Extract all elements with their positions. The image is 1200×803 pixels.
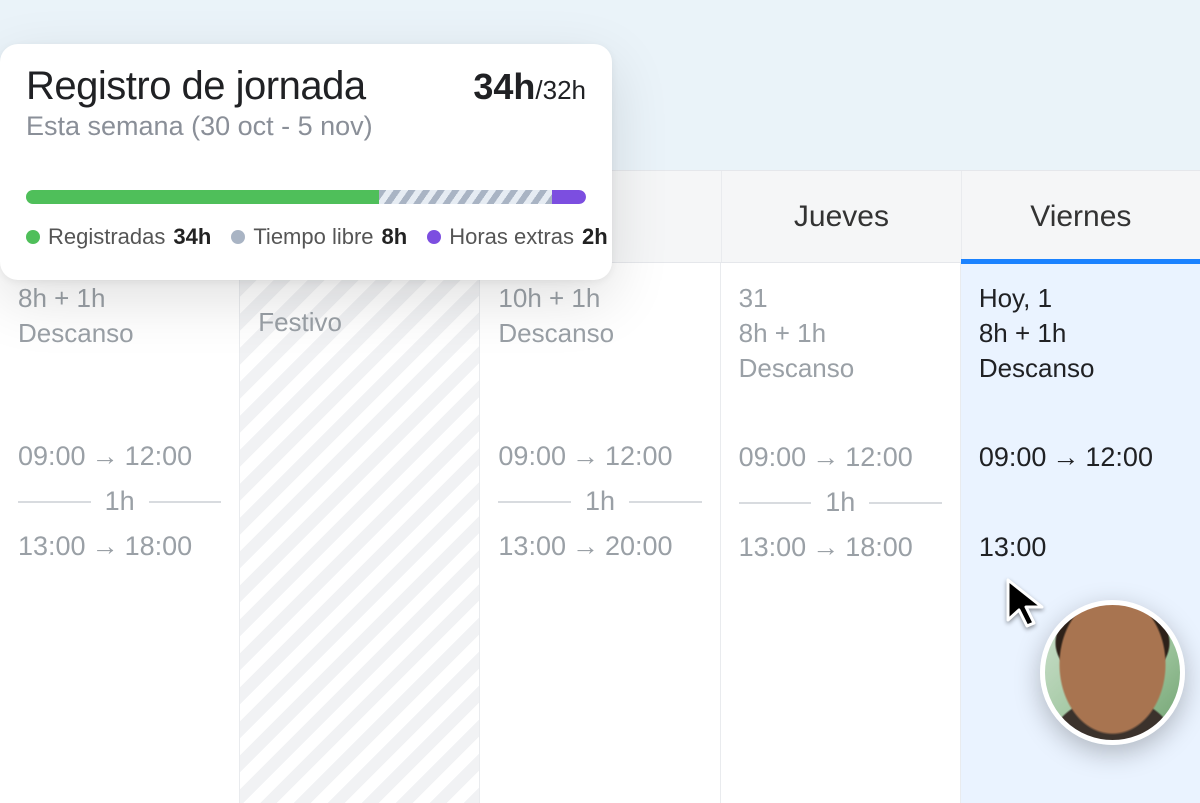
time-slot: 09:00→12:00 (18, 441, 221, 472)
card-title: Registro de jornada (26, 64, 366, 109)
legend-item-overtime: Horas extras 2h (427, 224, 607, 250)
dot-icon (26, 230, 40, 244)
dot-icon (427, 230, 441, 244)
time-slot: 09:00→12:00 (979, 442, 1182, 473)
legend-item-registered: Registradas 34h (26, 224, 211, 250)
time-slot: 13:00→20:00 (498, 531, 701, 562)
arrow-right-icon: → (86, 441, 125, 471)
day-summary: 8h + 1h (18, 281, 221, 316)
legend-item-free: Tiempo libre 8h (231, 224, 407, 250)
arrow-right-icon: → (86, 531, 125, 561)
day-date: Hoy, 1 (979, 281, 1182, 316)
cursor-icon (1004, 578, 1050, 635)
user-avatar[interactable] (1040, 600, 1185, 745)
day-column-wed[interactable]: 10h + 1h Descanso 09:00→12:00 1h 13:00→2… (480, 263, 720, 803)
holiday-label: Festivo (258, 307, 461, 338)
day-summary: 8h + 1h (979, 316, 1182, 351)
break-line: 1h (18, 486, 221, 517)
arrow-right-icon: → (806, 532, 845, 562)
progress-bar (26, 190, 586, 204)
arrow-right-icon: → (566, 441, 605, 471)
time-slot: 09:00→12:00 (739, 442, 942, 473)
dot-icon (231, 230, 245, 244)
header-cell: Jueves (722, 171, 961, 262)
day-summary: Descanso (18, 316, 221, 351)
legend: Registradas 34h Tiempo libre 8h Horas ex… (26, 224, 586, 250)
arrow-right-icon: → (566, 531, 605, 561)
day-column-tue[interactable]: Festivo (240, 263, 480, 803)
day-summary: 10h + 1h (498, 281, 701, 316)
arrow-right-icon: → (1046, 442, 1085, 472)
day-date: 31 (739, 281, 942, 316)
arrow-right-icon: → (806, 442, 845, 472)
break-line: 1h (498, 486, 701, 517)
day-column-thu[interactable]: 31 8h + 1h Descanso 09:00→12:00 1h 13:00… (721, 263, 961, 803)
time-slot: 13:00→18:00 (739, 532, 942, 563)
time-slot: 13:00 (979, 532, 1182, 563)
hours-ratio: 34h/32h (473, 66, 586, 108)
summary-card: Registro de jornada 34h/32h Esta semana … (0, 44, 612, 280)
header-cell: Viernes (962, 171, 1200, 262)
day-summary: Descanso (739, 351, 942, 386)
progress-segment-overtime (552, 190, 586, 204)
today-indicator (961, 259, 1200, 264)
calendar-body-row: 8h + 1h Descanso 09:00→12:00 1h 13:00→18… (0, 263, 1200, 803)
day-summary: 8h + 1h (739, 316, 942, 351)
break-line: 1h (739, 487, 942, 518)
progress-segment-free (379, 190, 553, 204)
day-summary: Descanso (979, 351, 1182, 386)
time-slot: 13:00→18:00 (18, 531, 221, 562)
card-subtitle: Esta semana (30 oct - 5 nov) (26, 111, 586, 142)
time-slot: 09:00→12:00 (498, 441, 701, 472)
day-column-mon[interactable]: 8h + 1h Descanso 09:00→12:00 1h 13:00→18… (0, 263, 240, 803)
progress-segment-registered (26, 190, 379, 204)
day-summary: Descanso (498, 316, 701, 351)
